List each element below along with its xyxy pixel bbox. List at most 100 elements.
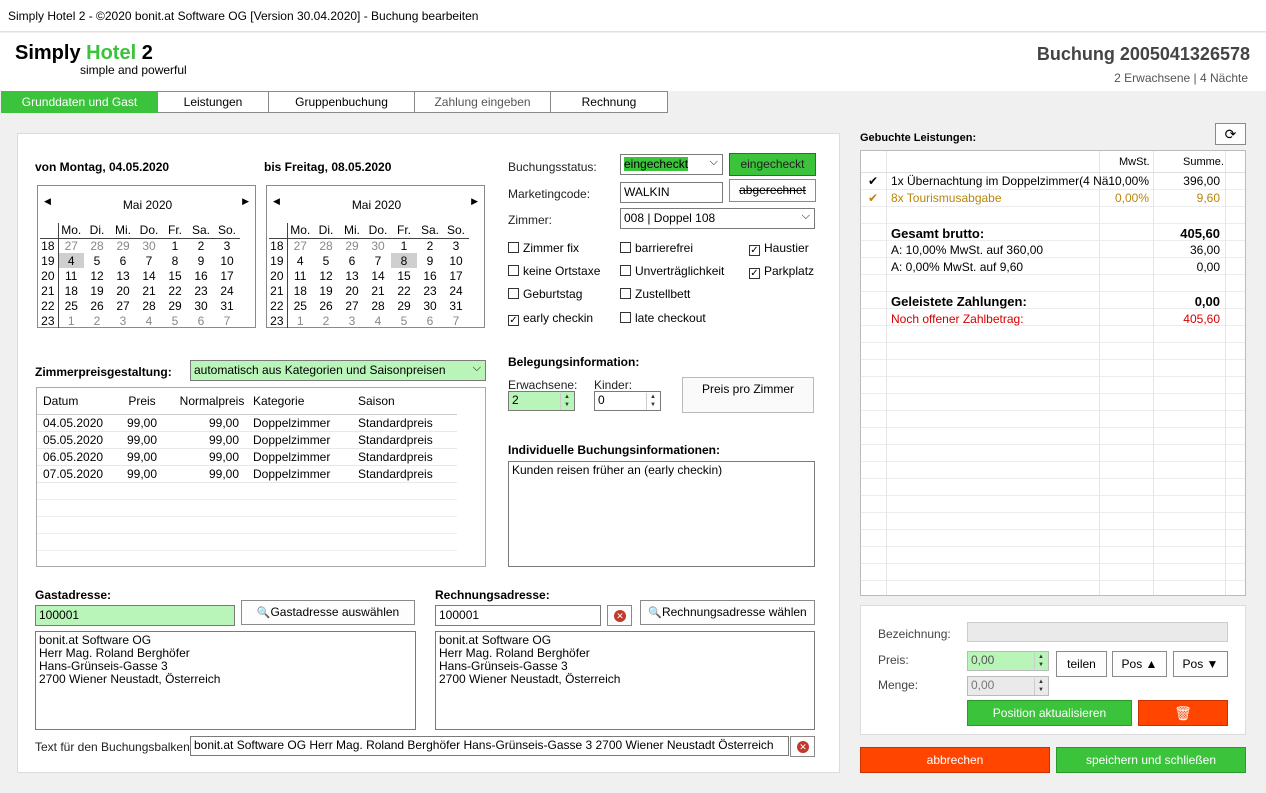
tab-gruppenbuchung[interactable]: Gruppenbuchung: [268, 91, 415, 113]
calendar-from[interactable]: ◀ Mai 2020 ▶ Mo. Di. Mi. Do. Fr. Sa. So. 18 27 2…: [37, 185, 256, 328]
day[interactable]: 14: [365, 268, 391, 283]
day[interactable]: 10: [214, 253, 240, 268]
save-close-button[interactable]: speichern und schließen: [1056, 747, 1246, 773]
day[interactable]: 23: [188, 283, 214, 298]
refresh-button[interactable]: ⟳: [1215, 123, 1246, 145]
day[interactable]: 16: [188, 268, 214, 283]
day[interactable]: 29: [110, 238, 136, 253]
day[interactable]: 5: [84, 253, 110, 268]
gast-select-button[interactable]: 🔍Gastadresse auswählen: [241, 600, 415, 625]
day[interactable]: 29: [162, 298, 188, 313]
day[interactable]: 14: [136, 268, 162, 283]
day[interactable]: 1: [162, 238, 188, 253]
position-update-button[interactable]: Position aktualisieren: [967, 700, 1132, 726]
checkbox-zimmer-fix[interactable]: Zimmer fix: [508, 241, 579, 255]
leistungen-list[interactable]: MwSt. Summe.: [860, 150, 1246, 596]
checkbox-box[interactable]: [620, 288, 631, 299]
pricing-table[interactable]: Datum Preis Normalpreis Kategorie Saison…: [36, 387, 486, 567]
preis-pro-zimmer-box[interactable]: Preis pro Zimmer: [682, 377, 814, 413]
day[interactable]: 6: [110, 253, 136, 268]
day[interactable]: 27: [339, 298, 365, 313]
day[interactable]: 31: [214, 298, 240, 313]
table-row[interactable]: 04.05.2020 99,00 99,00 Doppelzimmer Standard…: [37, 414, 457, 431]
day[interactable]: 10: [443, 253, 469, 268]
marketing-input[interactable]: WALKIN: [620, 182, 723, 203]
checkbox-geburtstag[interactable]: Geburtstag: [508, 287, 582, 301]
status-button[interactable]: eingecheckt: [729, 153, 816, 176]
calendar-grid[interactable]: Mo. Di. Mi. Do. Fr. Sa. So. 18 27 28 29 30 1 2 3 19 4 5…: [40, 223, 240, 328]
day[interactable]: 25: [58, 298, 84, 313]
checkmark-icon[interactable]: ✓: [749, 245, 760, 256]
delete-button[interactable]: 🗑: [1138, 700, 1228, 726]
checkbox-box[interactable]: [620, 265, 631, 276]
day[interactable]: 3: [214, 238, 240, 253]
pricing-mode-select[interactable]: automatisch aus Kategorien und Saisonpre…: [190, 360, 486, 381]
abgerechnet-button[interactable]: abgerechnet: [729, 179, 816, 202]
leistung-row[interactable]: ✔ 1x Übernachtung im Doppelzimmer(4 Nä..…: [860, 174, 1245, 191]
menge-input[interactable]: 0,00 ▲ ▼: [967, 676, 1049, 696]
day[interactable]: 28: [136, 298, 162, 313]
teilen-button[interactable]: teilen: [1056, 651, 1107, 677]
leistung-row[interactable]: ✔ 8x Tourismusabgabe 0,00% 9,60: [860, 191, 1245, 208]
checkbox-late-checkout[interactable]: late checkout: [620, 311, 706, 325]
day[interactable]: 15: [162, 268, 188, 283]
day[interactable]: 12: [84, 268, 110, 283]
day[interactable]: 7: [214, 313, 240, 328]
day[interactable]: 29: [339, 238, 365, 253]
pos-up-button[interactable]: Pos ▲: [1112, 651, 1167, 677]
kinder-input[interactable]: 0 ▲ ▼: [594, 391, 661, 411]
table-row[interactable]: 07.05.2020 99,00 99,00 Doppelzimmer Standard…: [37, 465, 457, 482]
spinner-icon[interactable]: ▲ ▼: [1034, 653, 1047, 670]
table-row[interactable]: 05.05.2020 99,00 99,00 Doppelzimmer Standard…: [37, 431, 457, 448]
chevron-right-icon[interactable]: ▶: [471, 196, 478, 207]
table-row[interactable]: 06.05.2020 99,00 99,00 Doppelzimmer Standard…: [37, 448, 457, 465]
day[interactable]: 4: [136, 313, 162, 328]
bezeichnung-input[interactable]: [967, 622, 1228, 642]
day[interactable]: 3: [339, 313, 365, 328]
day[interactable]: 13: [110, 268, 136, 283]
day[interactable]: 23: [417, 283, 443, 298]
day[interactable]: 21: [136, 283, 162, 298]
day[interactable]: 4: [287, 253, 313, 268]
day[interactable]: 6: [339, 253, 365, 268]
erwachsene-input[interactable]: 2 ▲ ▼: [508, 391, 575, 411]
day[interactable]: 2: [188, 238, 214, 253]
checkbox-box[interactable]: [620, 312, 631, 323]
chevron-right-icon[interactable]: ▶: [242, 196, 249, 207]
gast-address[interactable]: bonit.at Software OG Herr Mag. Roland Be…: [35, 631, 416, 730]
gast-id-input[interactable]: 100001: [35, 605, 235, 626]
day-selected[interactable]: 8: [391, 253, 417, 268]
tab-zahlung[interactable]: Zahlung eingeben: [414, 91, 551, 113]
day[interactable]: 30: [136, 238, 162, 253]
day[interactable]: 5: [162, 313, 188, 328]
day[interactable]: 20: [110, 283, 136, 298]
day[interactable]: 28: [84, 238, 110, 253]
day[interactable]: 30: [417, 298, 443, 313]
day[interactable]: 2: [313, 313, 339, 328]
spinner-icon[interactable]: ▲ ▼: [1034, 678, 1047, 695]
checkbox-box[interactable]: [508, 288, 519, 299]
day[interactable]: 3: [443, 238, 469, 253]
day[interactable]: 28: [313, 238, 339, 253]
day[interactable]: 9: [188, 253, 214, 268]
day[interactable]: 25: [287, 298, 313, 313]
day[interactable]: 17: [443, 268, 469, 283]
individuell-textarea[interactable]: Kunden reisen früher an (early checkin): [508, 461, 815, 567]
day[interactable]: 28: [365, 298, 391, 313]
day[interactable]: 19: [84, 283, 110, 298]
tab-leistungen[interactable]: Leistungen: [157, 91, 269, 113]
day[interactable]: 9: [417, 253, 443, 268]
day[interactable]: 27: [58, 238, 84, 253]
rechnung-id-input[interactable]: 100001: [435, 605, 601, 626]
day[interactable]: 12: [313, 268, 339, 283]
clear-rechnung-button[interactable]: ✕: [607, 605, 632, 626]
day[interactable]: 16: [417, 268, 443, 283]
checkbox-unvertraeglichkeit[interactable]: Unverträglichkeit: [620, 264, 724, 278]
day[interactable]: 26: [313, 298, 339, 313]
day[interactable]: 6: [188, 313, 214, 328]
day[interactable]: 2: [84, 313, 110, 328]
day-selected[interactable]: 4: [58, 253, 84, 268]
day[interactable]: 1: [287, 313, 313, 328]
balken-input[interactable]: bonit.at Software OG Herr Mag. Roland Be…: [190, 736, 789, 756]
pos-down-button[interactable]: Pos ▼: [1173, 651, 1228, 677]
